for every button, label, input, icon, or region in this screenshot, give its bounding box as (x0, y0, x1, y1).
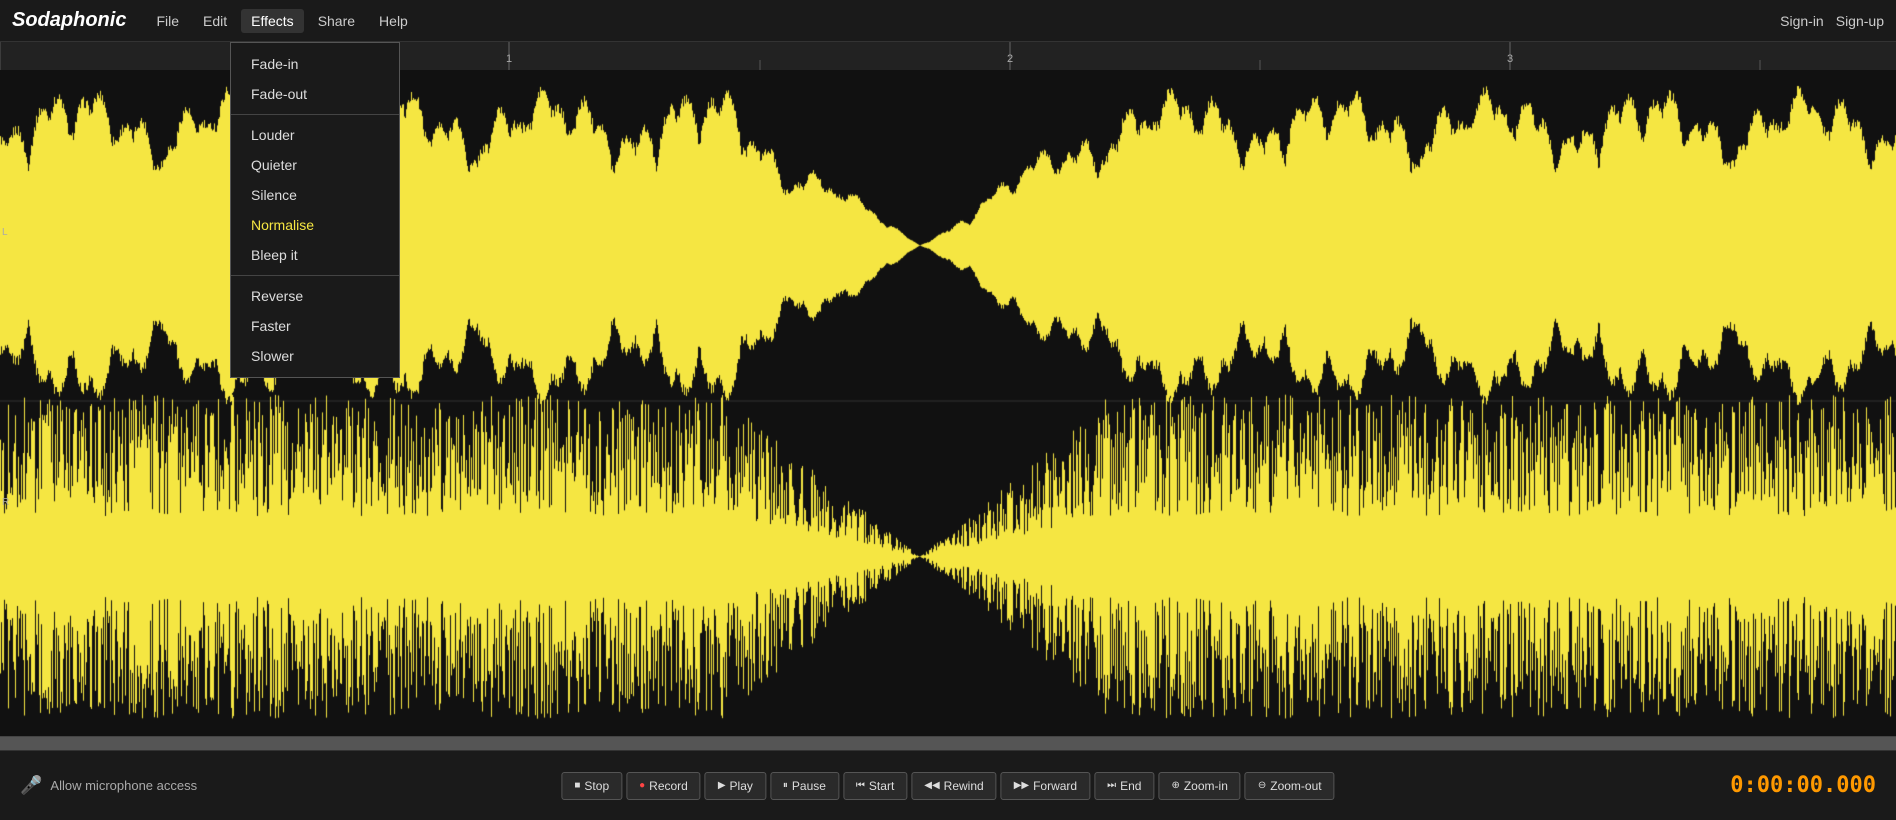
transport-controls: ■ Stop ● Record ▶ Play ⏸ Pause ⏮ Start ◀… (561, 772, 1334, 800)
svg-text:2: 2 (1007, 53, 1013, 65)
menu-faster[interactable]: Faster (231, 311, 399, 341)
zoom-out-label: Zoom-out (1270, 779, 1321, 793)
signin-link[interactable]: Sign-in (1780, 13, 1824, 29)
end-icon: ⏭ (1107, 780, 1116, 791)
play-button[interactable]: ▶ Play (705, 772, 766, 800)
end-button[interactable]: ⏭ End (1094, 772, 1154, 800)
zoom-out-icon: ⊖ (1258, 780, 1266, 791)
time-display: 0:00:00.000 (1730, 773, 1876, 798)
record-label: Record (649, 779, 688, 793)
nav-share[interactable]: Share (308, 9, 365, 33)
mic-icon: 🎤 (20, 775, 42, 796)
svg-text:3: 3 (1507, 53, 1513, 65)
play-label: Play (730, 779, 753, 793)
pause-button[interactable]: ⏸ Pause (770, 772, 839, 800)
stop-label: Stop (584, 779, 609, 793)
divider-1 (231, 114, 399, 115)
rewind-button[interactable]: ◀◀ Rewind (911, 772, 996, 800)
end-label: End (1120, 779, 1141, 793)
menu-fade-out[interactable]: Fade-out (231, 79, 399, 109)
zoom-in-icon: ⊕ (1171, 780, 1179, 791)
start-icon: ⏮ (856, 780, 865, 791)
channel-label-right: R (2, 497, 9, 508)
zoom-in-button[interactable]: ⊕ Zoom-in (1158, 772, 1240, 800)
rewind-icon: ◀◀ (924, 780, 939, 791)
pause-label: Pause (792, 779, 826, 793)
nav-right: Sign-in Sign-up (1780, 13, 1884, 29)
start-button[interactable]: ⏮ Start (843, 772, 907, 800)
waveform-scrollbar[interactable] (0, 736, 1896, 750)
effects-dropdown: Fade-in Fade-out Louder Quieter Silence … (230, 42, 400, 378)
zoom-in-label: Zoom-in (1184, 779, 1228, 793)
stop-icon: ■ (574, 780, 580, 791)
stop-button[interactable]: ■ Stop (561, 772, 622, 800)
start-label: Start (869, 779, 894, 793)
nav-edit[interactable]: Edit (193, 9, 237, 33)
menu-louder[interactable]: Louder (231, 120, 399, 150)
forward-button[interactable]: ▶▶ Forward (1001, 772, 1090, 800)
channel-label-left: L (2, 227, 8, 238)
signup-link[interactable]: Sign-up (1836, 13, 1884, 29)
rewind-label: Rewind (944, 779, 984, 793)
menu-normalise[interactable]: Normalise (231, 210, 399, 240)
nav-help[interactable]: Help (369, 9, 418, 33)
pause-icon: ⏸ (783, 780, 788, 791)
menu-reverse[interactable]: Reverse (231, 281, 399, 311)
nav-file[interactable]: File (146, 9, 189, 33)
menu-silence[interactable]: Silence (231, 180, 399, 210)
nav-menu: File Edit Effects Share Help (146, 9, 1780, 33)
menu-quieter[interactable]: Quieter (231, 150, 399, 180)
menu-slower[interactable]: Slower (231, 341, 399, 371)
record-button[interactable]: ● Record (626, 772, 701, 800)
play-icon: ▶ (718, 780, 726, 791)
navbar: Sodaphonic File Edit Effects Share Help … (0, 0, 1896, 42)
svg-text:1: 1 (506, 53, 512, 65)
record-icon: ● (639, 780, 645, 791)
scrollbar-thumb[interactable] (0, 737, 1896, 750)
menu-bleep-it[interactable]: Bleep it (231, 240, 399, 270)
app-brand: Sodaphonic (12, 9, 126, 32)
bottom-toolbar: 🎤 Allow microphone access ■ Stop ● Recor… (0, 750, 1896, 820)
nav-effects[interactable]: Effects (241, 9, 304, 33)
forward-label: Forward (1033, 779, 1077, 793)
menu-fade-in[interactable]: Fade-in (231, 49, 399, 79)
divider-2 (231, 275, 399, 276)
mic-label[interactable]: Allow microphone access (50, 778, 197, 793)
forward-icon: ▶▶ (1014, 780, 1029, 791)
zoom-out-button[interactable]: ⊖ Zoom-out (1245, 772, 1335, 800)
